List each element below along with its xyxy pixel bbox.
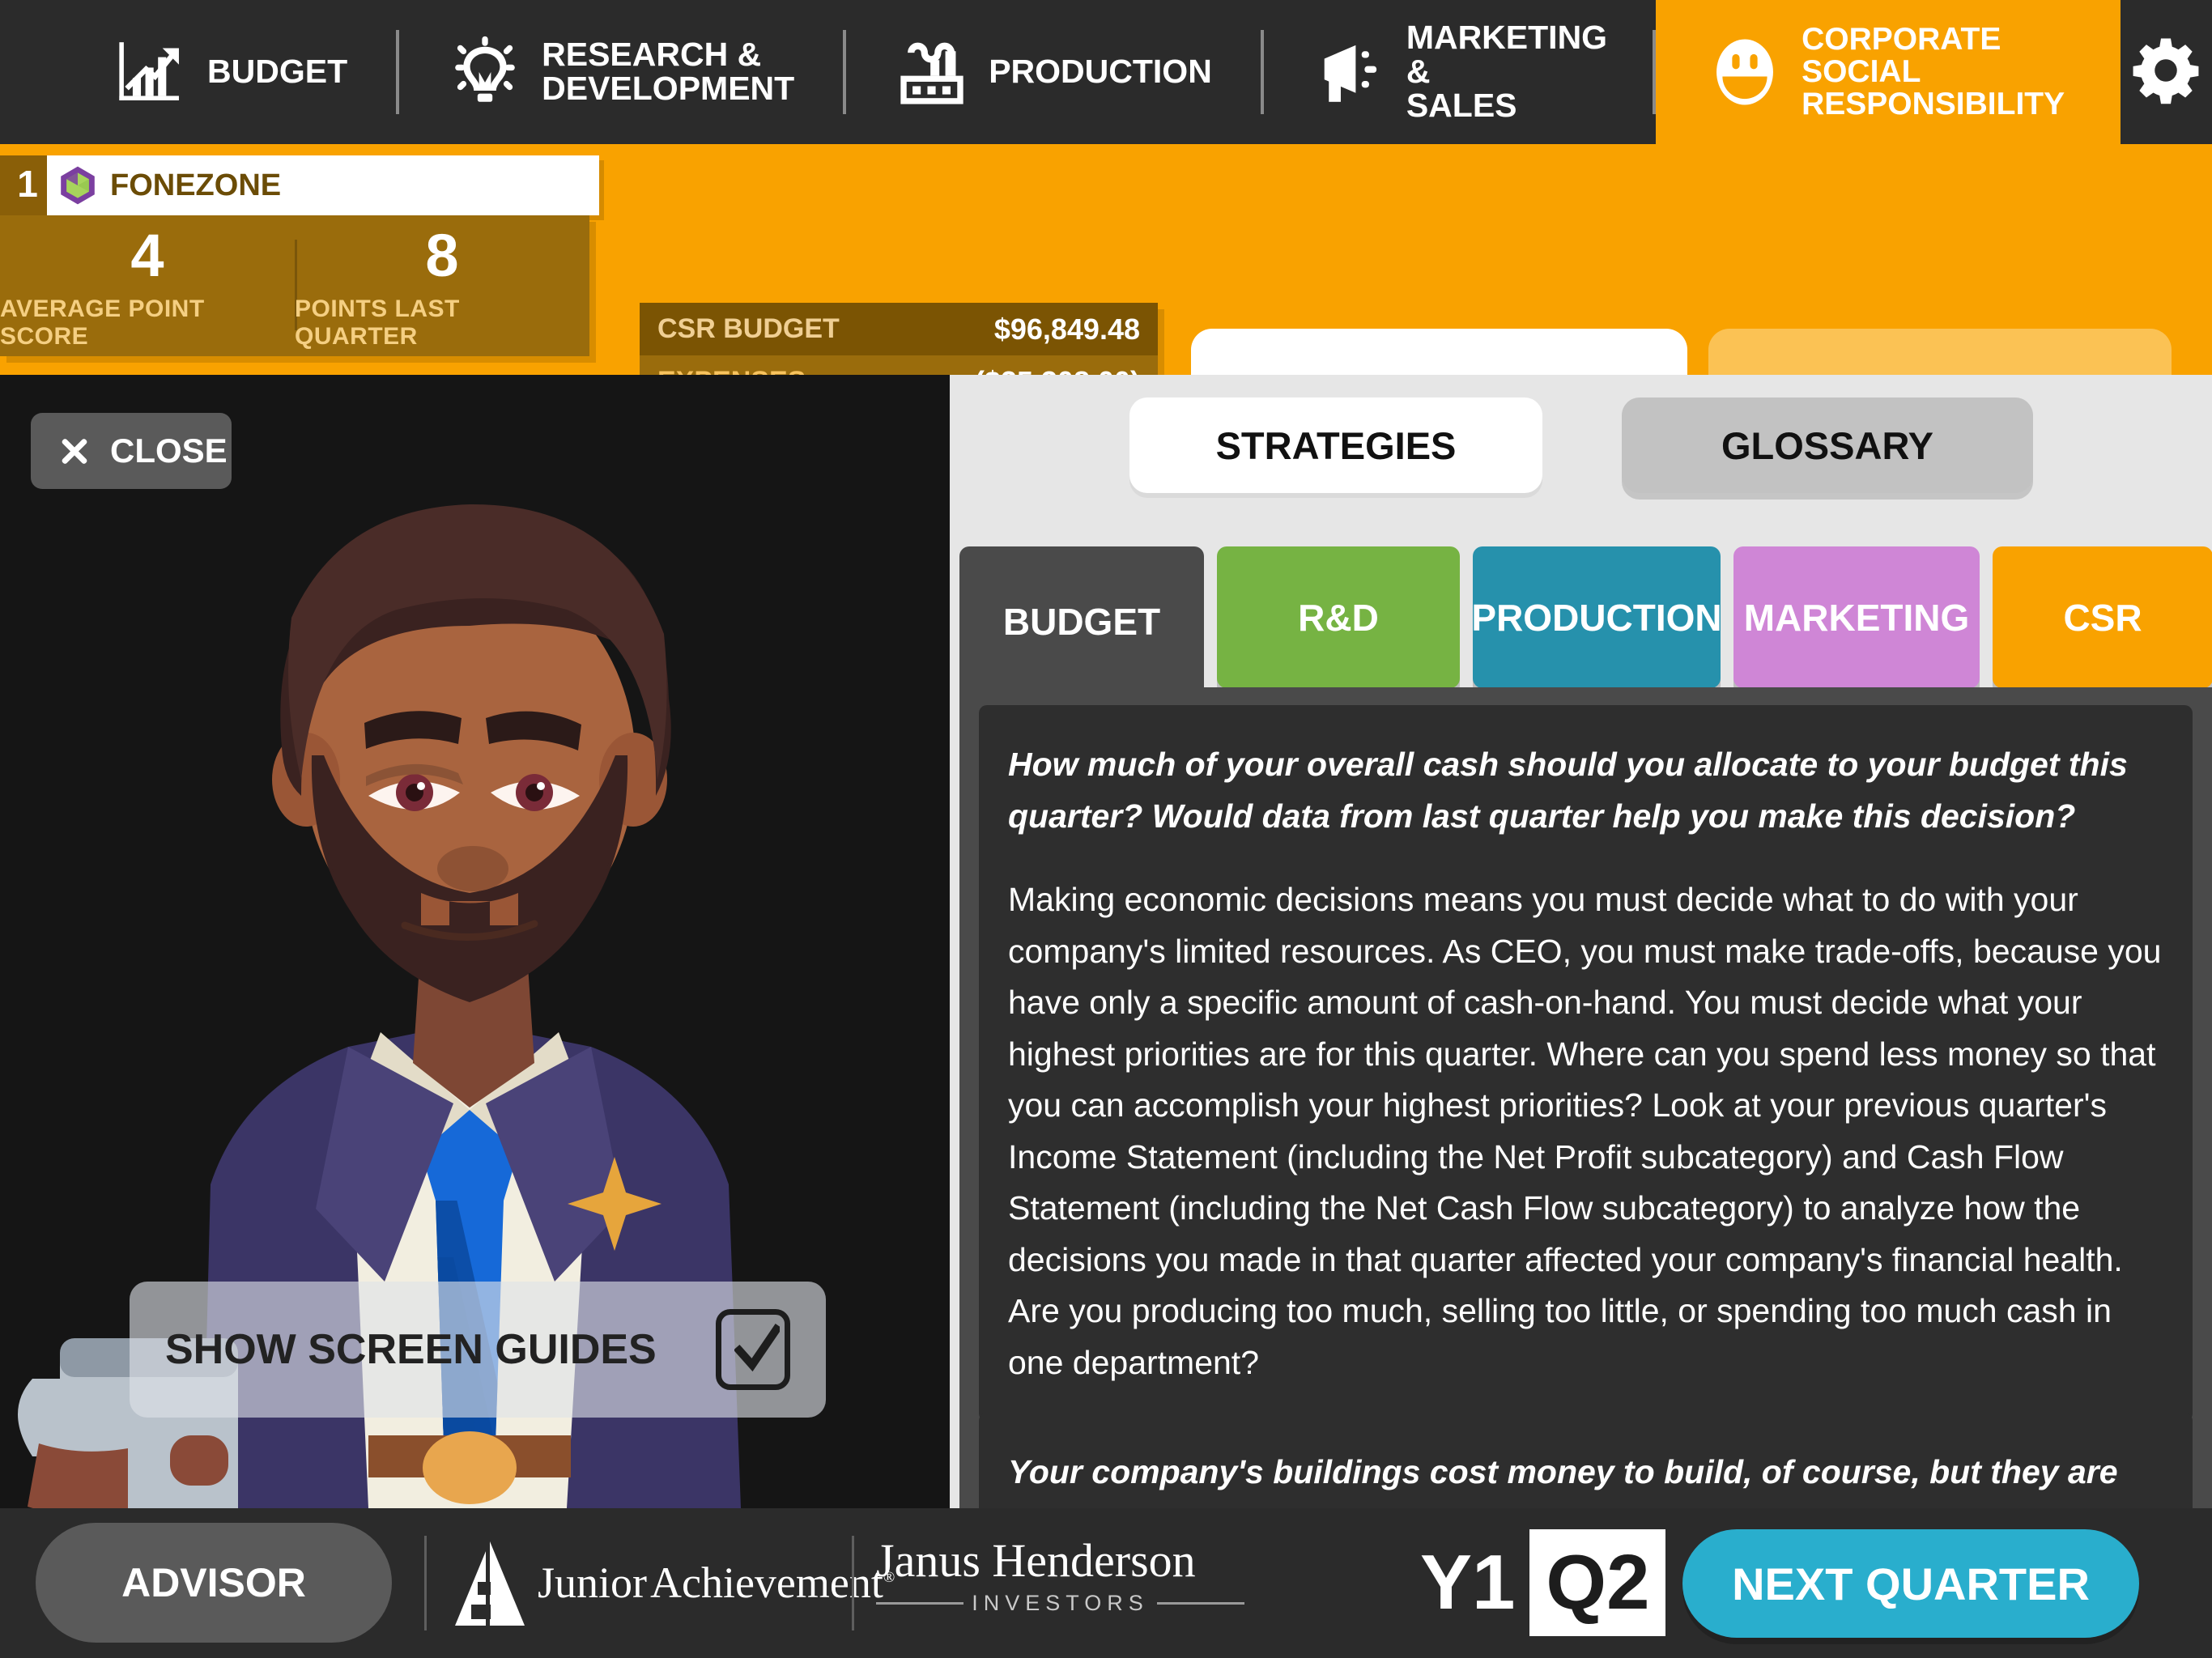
nav-tab-budget-label: BUDGET xyxy=(207,53,348,91)
ja-triangle-icon xyxy=(453,1540,526,1627)
stat-average-point-score: 4 AVERAGE POINT SCORE xyxy=(0,215,295,356)
janus-henderson-line2: INVESTORS xyxy=(972,1591,1149,1615)
row-value: $96,849.48 xyxy=(993,312,1140,346)
company-card: 1 FONEZONE 4 AVERAGE POINT SCORE 8 POINT… xyxy=(0,144,599,356)
stat-caption: AVERAGE POINT SCORE xyxy=(0,295,205,350)
junior-achievement-logo: Junior Achievement® xyxy=(453,1533,895,1635)
company-stats: 4 AVERAGE POINT SCORE 8 POINTS LAST QUAR… xyxy=(0,215,589,356)
nav-tab-budget[interactable]: BUDGET xyxy=(0,0,396,144)
logo-rule xyxy=(1156,1602,1245,1605)
category-tab-marketing[interactable]: MARKETING xyxy=(1733,546,1980,688)
strategy-card: How much of your overall cash should you… xyxy=(979,705,2193,1422)
close-button[interactable]: CLOSE xyxy=(31,413,232,489)
company-name-bar: FONEZONE xyxy=(47,155,599,215)
tab-glossary-label: GLOSSARY xyxy=(1721,423,1933,467)
category-tab-production-label: PRODUCTION xyxy=(1471,596,1722,639)
factory-icon xyxy=(893,33,971,111)
nav-tab-marketing-sales[interactable]: MARKETING & SALES xyxy=(1264,0,1653,144)
quarter-label: Q2 xyxy=(1529,1529,1666,1636)
bottom-bar: ADVISOR Junior Achievement® Janus Hender… xyxy=(0,1508,2212,1658)
smiley-face-icon xyxy=(1706,33,1784,111)
logo-rule xyxy=(876,1602,964,1605)
nav-tab-research-development[interactable]: RESEARCH & DEVELOPMENT xyxy=(399,0,843,144)
category-tab-bar: BUDGET R&D PRODUCTION MARKETING CSR xyxy=(959,546,2212,696)
bottom-divider xyxy=(852,1536,854,1630)
row-label: CSR BUDGET xyxy=(657,313,840,345)
segment-control: STRATEGIES GLOSSARY xyxy=(950,397,2212,519)
tab-strategies-label: STRATEGIES xyxy=(1215,423,1457,467)
category-tab-rnd-label: R&D xyxy=(1298,596,1379,639)
junior-achievement-line2: Achievement xyxy=(650,1558,883,1608)
show-screen-guides-checkbox[interactable] xyxy=(716,1309,790,1390)
strategy-content-scroll-area[interactable]: How much of your overall cash should you… xyxy=(959,687,2212,1508)
advisor-button[interactable]: ADVISOR xyxy=(36,1523,392,1643)
advisor-button-label: ADVISOR xyxy=(121,1560,306,1605)
checkmark-icon xyxy=(734,1324,780,1372)
year-label: Y1 xyxy=(1420,1539,1516,1626)
bar-chart-growth-icon xyxy=(112,33,189,111)
category-tab-budget-label: BUDGET xyxy=(1002,600,1161,643)
table-row: CSR BUDGET $96,849.48 xyxy=(640,303,1158,356)
stat-caption: POINTS LAST QUARTER xyxy=(295,295,460,350)
status-bar: 1 FONEZONE 4 AVERAGE POINT SCORE 8 POINT… xyxy=(0,144,2212,491)
company-name: FONEZONE xyxy=(110,168,282,202)
janus-henderson-logo: Janus Henderson INVESTORS xyxy=(876,1534,1245,1616)
category-tab-production[interactable]: PRODUCTION xyxy=(1471,546,1722,688)
company-rank: 1 xyxy=(17,163,38,205)
show-screen-guides-label: SHOW SCREEN GUIDES xyxy=(165,1326,657,1373)
nav-tab-production[interactable]: PRODUCTION xyxy=(846,0,1261,144)
close-x-icon xyxy=(58,435,91,467)
nav-tab-corporate-social-responsibility[interactable]: CORPORATE SOCIAL RESPONSIBILITY xyxy=(1656,0,2121,144)
stat-value: 4 xyxy=(130,222,164,289)
category-tab-marketing-label: MARKETING xyxy=(1743,596,1970,639)
nav-tab-research-development-label: RESEARCH & DEVELOPMENT xyxy=(542,36,795,107)
strategy-card-question: Your company's buildings cost money to b… xyxy=(1008,1453,2118,1508)
janus-henderson-line1: Janus Henderson xyxy=(876,1534,1196,1587)
hexagon-cube-logo xyxy=(57,164,99,206)
next-quarter-button-label: NEXT QUARTER xyxy=(1732,1558,2090,1609)
show-screen-guides-toggle[interactable]: SHOW SCREEN GUIDES xyxy=(130,1282,826,1418)
close-button-label: CLOSE xyxy=(110,432,228,470)
category-tab-csr-label: CSR xyxy=(2063,596,2142,639)
lightbulb-icon xyxy=(446,33,524,111)
tab-glossary[interactable]: GLOSSARY xyxy=(1622,397,2033,493)
strategy-card: Your company's buildings cost money to b… xyxy=(979,1413,2193,1508)
junior-achievement-line1: Junior xyxy=(538,1558,647,1608)
bottom-divider xyxy=(424,1536,427,1630)
tab-strategies[interactable]: STRATEGIES xyxy=(1129,397,1542,493)
gear-icon xyxy=(2131,36,2201,109)
nav-tab-production-label: PRODUCTION xyxy=(989,53,1212,91)
settings-button[interactable] xyxy=(2120,0,2212,144)
year-quarter-indicator: Y1 Q2 xyxy=(1420,1529,1666,1636)
category-tab-budget[interactable]: BUDGET xyxy=(959,546,1204,696)
top-navigation-bar: BUDGET RESEARCH & DEVELOPMENT PRODUCTION… xyxy=(0,0,2212,144)
megaphone-icon xyxy=(1311,33,1389,111)
category-tab-csr[interactable]: CSR xyxy=(1993,546,2212,688)
nav-tab-corporate-social-responsibility-label: CORPORATE SOCIAL RESPONSIBILITY xyxy=(1802,22,2065,121)
strategies-panel: STRATEGIES GLOSSARY BUDGET R&D PRODUCTIO… xyxy=(950,375,2212,1508)
strategy-card-question: How much of your overall cash should you… xyxy=(1008,746,2128,835)
next-quarter-button[interactable]: NEXT QUARTER xyxy=(1682,1529,2139,1638)
nav-tab-marketing-sales-label: MARKETING & SALES xyxy=(1406,19,1608,124)
stat-value: 8 xyxy=(425,222,459,289)
stat-points-last-quarter: 8 POINTS LAST QUARTER xyxy=(295,215,589,356)
strategy-card-body: Making economic decisions means you must… xyxy=(1008,881,2162,1382)
category-tab-rnd[interactable]: R&D xyxy=(1217,546,1460,688)
